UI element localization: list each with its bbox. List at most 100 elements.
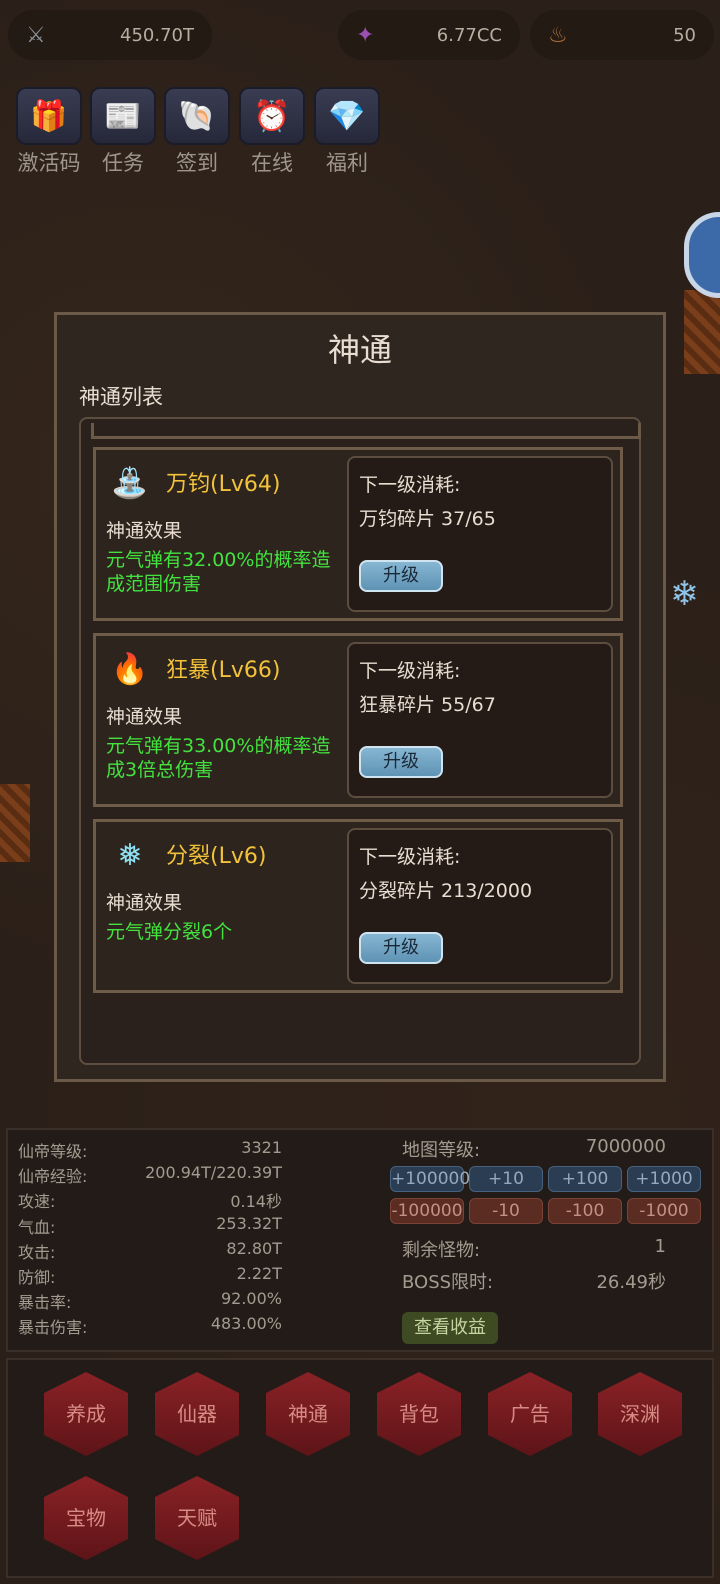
map-minus-1000-button[interactable]: -1000 xyxy=(627,1198,701,1224)
checkin-button[interactable]: 🐚 签到 xyxy=(164,87,230,177)
torch-icon: 🔥 xyxy=(111,652,149,687)
map-minus-10-button[interactable]: -10 xyxy=(469,1198,543,1224)
stat-value: 92.00% xyxy=(220,1289,282,1308)
gem-value: 6.77CC xyxy=(436,24,502,46)
skill-card: ⛲ 万钧(Lv64) 神通效果 元气弹有32.00%的概率造成范围伤害 下一级消… xyxy=(93,447,623,621)
ore-block xyxy=(684,290,720,374)
stat-row: 防御: 2.22T xyxy=(18,1264,282,1288)
list-scroll-edge xyxy=(91,423,641,439)
monsters-value: 1 xyxy=(654,1236,666,1257)
panel-title: 神通 xyxy=(327,331,392,369)
upgrade-button[interactable]: 升级 xyxy=(359,932,443,964)
monsters-label: 剩余怪物: xyxy=(402,1240,481,1261)
stats-panel: 仙帝等级: 3321 仙帝经验: 200.94T/220.39T 攻速: 0.14秒 … xyxy=(6,1128,714,1352)
cost-box: 下一级消耗: 分裂碎片 213/2000 升级 xyxy=(347,828,613,984)
nav-artifact[interactable]: 仙器 xyxy=(155,1372,239,1456)
boss-timer-value: 26.49秒 xyxy=(596,1272,666,1293)
stat-row: 气血: 253.32T xyxy=(18,1214,282,1238)
stat-label: 仙帝经验: xyxy=(18,1167,88,1186)
ice-crystal-decoration: ❄ xyxy=(670,574,699,614)
effect-text: 元气弹有33.00%的概率造成3倍总伤害 xyxy=(106,735,331,781)
top-button-label: 福利 xyxy=(326,151,368,175)
stat-label: 攻击: xyxy=(18,1243,56,1262)
stat-label: 仙帝等级: xyxy=(18,1142,88,1161)
skill-name: 分裂(Lv6) xyxy=(166,844,267,869)
ice-shards-icon: ❅ xyxy=(117,838,143,873)
nav-talent[interactable]: 天赋 xyxy=(155,1476,239,1560)
top-button-label: 签到 xyxy=(176,151,218,175)
stat-value: 253.32T xyxy=(216,1214,282,1233)
newspaper-icon: 📰 xyxy=(104,98,142,134)
stat-value: 483.00% xyxy=(210,1314,282,1333)
stat-value: 200.94T/220.39T xyxy=(145,1163,282,1182)
nav-shentong[interactable]: 神通 xyxy=(266,1372,350,1456)
view-earnings-button[interactable]: 查看收益 xyxy=(402,1312,498,1344)
stat-label: 防御: xyxy=(18,1268,56,1287)
effect-text: 元气弹分裂6个 xyxy=(106,921,233,943)
task-button[interactable]: 📰 任务 xyxy=(90,87,156,177)
purple-crystal-icon: ✦ xyxy=(356,22,375,48)
skill-name: 狂暴(Lv66) xyxy=(166,658,281,683)
welfare-button[interactable]: 💎 福利 xyxy=(314,87,380,177)
cost-value: 狂暴碎片 55/67 xyxy=(359,694,496,716)
stat-row: 暴击率: 92.00% xyxy=(18,1289,282,1313)
stat-label: 暴击伤害: xyxy=(18,1318,88,1337)
stat-row: 仙帝经验: 200.94T/220.39T xyxy=(18,1163,282,1187)
alarm-clock-icon: ⏰ xyxy=(253,98,291,134)
stat-value: 82.80T xyxy=(226,1239,282,1258)
shell-icon: 🐚 xyxy=(178,98,216,134)
map-minus-100-button[interactable]: -100 xyxy=(548,1198,622,1224)
map-minus-100000-button[interactable]: -100000 xyxy=(390,1198,464,1224)
nav-backpack[interactable]: 背包 xyxy=(377,1372,461,1456)
cost-value: 分裂碎片 213/2000 xyxy=(359,880,533,902)
map-level-row: 地图等级: 7000000 xyxy=(402,1136,666,1162)
skill-name: 万钧(Lv64) xyxy=(166,472,281,497)
map-plus-100-button[interactable]: +100 xyxy=(548,1166,622,1192)
gem-resource: ✦ 6.77CC xyxy=(338,10,520,60)
effect-label: 神通效果 xyxy=(106,520,183,542)
effect-text: 元气弹有32.00%的概率造成范围伤害 xyxy=(106,549,331,595)
stat-row: 仙帝等级: 3321 xyxy=(18,1138,282,1162)
nav-ads[interactable]: 广告 xyxy=(488,1372,572,1456)
cost-box: 下一级消耗: 狂暴碎片 55/67 升级 xyxy=(347,642,613,798)
bottom-nav: 养成 仙器 神通 背包 广告 深渊 宝物 天赋 xyxy=(6,1358,714,1578)
nav-cultivate[interactable]: 养成 xyxy=(44,1372,128,1456)
map-level-value: 7000000 xyxy=(585,1136,666,1157)
token-value: 50 xyxy=(673,24,696,46)
ore-block xyxy=(0,784,30,862)
stat-value: 0.14秒 xyxy=(230,1192,282,1211)
fire-spirit-icon: ♨ xyxy=(548,22,568,48)
stat-row: 攻速: 0.14秒 xyxy=(18,1188,282,1212)
crossed-swords-icon: ⚔ xyxy=(26,22,46,48)
power-value: 450.70T xyxy=(120,24,194,46)
boss-timer-row: BOSS限时: 26.49秒 xyxy=(402,1268,666,1294)
nav-abyss[interactable]: 深渊 xyxy=(598,1372,682,1456)
water-spout-icon: ⛲ xyxy=(111,466,149,501)
cost-box: 下一级消耗: 万钧碎片 37/65 升级 xyxy=(347,456,613,612)
stat-value: 3321 xyxy=(241,1138,282,1157)
skill-card: 🔥 狂暴(Lv66) 神通效果 元气弹有33.00%的概率造成3倍总伤害 下一级… xyxy=(93,633,623,807)
boss-timer-label: BOSS限时: xyxy=(402,1272,494,1293)
cost-value: 万钧碎片 37/65 xyxy=(359,508,496,530)
map-plus-10-button[interactable]: +10 xyxy=(469,1166,543,1192)
upgrade-button[interactable]: 升级 xyxy=(359,746,443,778)
shentong-panel: 神通 神通列表 ⛲ 万钧(Lv64) 神通效果 元气弹有32.00%的概率造成范… xyxy=(54,312,666,1082)
stat-label: 暴击率: xyxy=(18,1293,72,1312)
effect-label: 神通效果 xyxy=(106,706,183,728)
stat-label: 气血: xyxy=(18,1218,56,1237)
cost-label: 下一级消耗: xyxy=(359,660,461,682)
top-button-label: 在线 xyxy=(251,151,293,175)
upgrade-button[interactable]: 升级 xyxy=(359,560,443,592)
map-plus-1000-button[interactable]: +1000 xyxy=(627,1166,701,1192)
online-button[interactable]: ⏰ 在线 xyxy=(239,87,305,177)
top-button-label: 任务 xyxy=(102,151,144,175)
map-level-label: 地图等级: xyxy=(402,1140,481,1161)
activation-code-button[interactable]: 🎁 激活码 xyxy=(16,87,82,177)
nav-treasure[interactable]: 宝物 xyxy=(44,1476,128,1560)
skill-card: ❅ 分裂(Lv6) 神通效果 元气弹分裂6个 下一级消耗: 分裂碎片 213/2… xyxy=(93,819,623,993)
effect-label: 神通效果 xyxy=(106,892,183,914)
stat-value: 2.22T xyxy=(236,1264,282,1283)
token-resource: ♨ 50 xyxy=(530,10,714,60)
stat-row: 暴击伤害: 483.00% xyxy=(18,1314,282,1338)
map-plus-100000-button[interactable]: +100000 xyxy=(390,1166,470,1192)
